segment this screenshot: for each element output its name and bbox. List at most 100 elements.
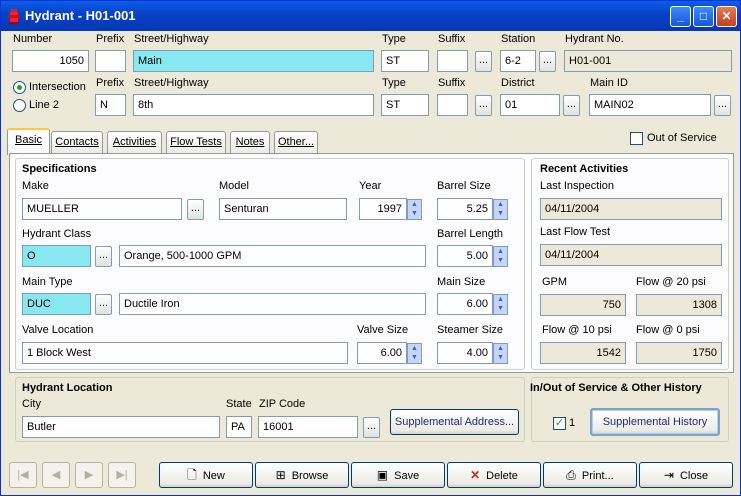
previous-record-button[interactable]: ◀	[42, 462, 70, 488]
zip-lookup-button[interactable]: ...	[363, 417, 380, 438]
type2-field[interactable]: ST	[381, 94, 429, 116]
make-label: Make	[22, 180, 49, 192]
line2-radio[interactable]	[13, 99, 26, 112]
new-button[interactable]: 🗋 New	[159, 462, 253, 488]
history-title: In/Out of Service & Other History	[530, 382, 702, 394]
out-of-service-checkbox[interactable]	[630, 132, 643, 145]
valve-location-field[interactable]: 1 Block West	[22, 342, 348, 364]
suffix-field[interactable]	[437, 50, 468, 72]
station-field[interactable]: 6-2	[500, 50, 536, 72]
maximize-button[interactable]: □	[693, 6, 714, 27]
hydrant-class-lookup-button[interactable]: ...	[95, 246, 112, 267]
year-spinner[interactable]: ▲ ▼	[407, 199, 422, 220]
delete-x-icon: ✕	[470, 468, 481, 482]
tab-other[interactable]: Other...	[274, 131, 318, 153]
browse-button[interactable]: ⊞ Browse	[255, 462, 349, 488]
flow-0psi-field: 1750	[636, 342, 722, 364]
main-type-lookup-button[interactable]: ...	[95, 294, 112, 315]
browse-icon: ⊞	[275, 468, 286, 482]
zip-field[interactable]: 16001	[258, 416, 358, 438]
state-label: State	[226, 398, 252, 410]
make-lookup-button[interactable]: ...	[187, 199, 204, 220]
supplemental-history-button[interactable]: Supplemental History	[590, 408, 720, 436]
main-id-label: Main ID	[590, 77, 628, 89]
main-size-field[interactable]: 6.00	[437, 293, 493, 315]
barrel-size-spinner[interactable]: ▲ ▼	[493, 199, 508, 220]
prefix2-field[interactable]: N	[95, 94, 126, 116]
number-field[interactable]: 1050	[12, 50, 89, 72]
main-type-field[interactable]: DUC	[22, 293, 91, 315]
window-title: Hydrant - H01-001	[25, 8, 136, 23]
hydrant-window: Hydrant - H01-001 _ □ ✕ Number 1050 Pref…	[0, 0, 741, 496]
close-window-button[interactable]: ✕	[716, 6, 737, 27]
gpm-label: GPM	[542, 276, 568, 288]
intersection-radio[interactable]	[13, 81, 26, 94]
make-field[interactable]: MUELLER	[22, 198, 182, 220]
valve-size-spinner[interactable]: ▲ ▼	[407, 343, 422, 364]
hydrant-no-label: Hydrant No.	[565, 33, 624, 45]
barrel-size-field[interactable]: 5.25	[437, 198, 493, 220]
suffix-lookup-button[interactable]: ...	[475, 51, 492, 72]
hydrant-class-field[interactable]: O	[22, 245, 91, 267]
type-label: Type	[382, 33, 406, 45]
gpm-field: 750	[540, 294, 626, 316]
hydrant-class-description[interactable]: Orange, 500-1000 GPM	[119, 245, 426, 267]
first-record-button[interactable]: |◀	[9, 462, 37, 488]
hydrant-class-label: Hydrant Class	[22, 228, 92, 240]
flow-10psi-field: 1542	[540, 342, 626, 364]
year-field[interactable]: 1997	[359, 198, 407, 220]
specifications-title: Specifications	[22, 163, 97, 175]
station-lookup-button[interactable]: ...	[539, 51, 556, 72]
prefix-field[interactable]	[95, 50, 126, 72]
tab-basic[interactable]: Basic	[7, 128, 50, 155]
main-id-lookup-button[interactable]: ...	[714, 95, 731, 116]
year-label: Year	[359, 180, 382, 192]
tab-flow-tests[interactable]: Flow Tests	[166, 131, 226, 153]
close-button[interactable]: ⇥ Close	[639, 462, 733, 488]
title-bar[interactable]: Hydrant - H01-001 _ □ ✕	[1, 1, 740, 31]
district-lookup-button[interactable]: ...	[563, 95, 580, 116]
last-inspection-label: Last Inspection	[540, 180, 614, 192]
main-type-label: Main Type	[22, 276, 73, 288]
city-field[interactable]: Butler	[22, 416, 220, 438]
last-flow-test-label: Last Flow Test	[540, 226, 611, 238]
exit-door-icon: ⇥	[663, 468, 674, 482]
flow-20psi-label: Flow @ 20 psi	[636, 276, 706, 288]
supplemental-address-button[interactable]: Supplemental Address...	[390, 409, 519, 435]
history-checkbox[interactable]: ✓	[553, 417, 566, 430]
line2-label: Line 2	[29, 99, 59, 111]
suffix2-label: Suffix	[438, 77, 466, 89]
flow-10psi-label: Flow @ 10 psi	[542, 324, 612, 336]
main-type-description[interactable]: Ductile Iron	[119, 293, 426, 315]
valve-size-field[interactable]: 6.00	[357, 342, 407, 364]
tab-activities[interactable]: Activities	[107, 131, 162, 153]
next-record-button[interactable]: ▶	[75, 462, 103, 488]
last-flow-test-field: 04/11/2004	[540, 244, 722, 266]
main-id-field[interactable]: MAIN02	[589, 94, 711, 116]
print-button[interactable]: ⎙ Print...	[543, 462, 637, 488]
delete-button[interactable]: ✕ Delete	[447, 462, 541, 488]
street2-field[interactable]: 8th	[133, 94, 374, 116]
tab-contacts[interactable]: Contacts	[51, 131, 103, 153]
save-button[interactable]: ▣ Save	[351, 462, 445, 488]
main-size-spinner[interactable]: ▲ ▼	[493, 294, 508, 315]
street-field[interactable]: Main	[133, 50, 374, 72]
history-checkbox-label: 1	[569, 417, 576, 429]
zip-label: ZIP Code	[259, 398, 306, 410]
main-size-label: Main Size	[437, 276, 486, 288]
barrel-length-field[interactable]: 5.00	[437, 245, 493, 267]
last-record-button[interactable]: ▶|	[108, 462, 136, 488]
recent-activities-title: Recent Activities	[540, 163, 629, 175]
model-field[interactable]: Senturan	[219, 198, 347, 220]
tab-notes[interactable]: Notes	[230, 131, 270, 153]
type-field[interactable]: ST	[381, 50, 429, 72]
state-field[interactable]: PA	[226, 416, 252, 438]
station-label: Station	[501, 33, 536, 45]
barrel-length-spinner[interactable]: ▲ ▼	[493, 246, 508, 267]
suffix2-lookup-button[interactable]: ...	[475, 95, 492, 116]
suffix2-field[interactable]	[437, 94, 468, 116]
district-field[interactable]: 01	[500, 94, 560, 116]
minimize-button[interactable]: _	[670, 6, 691, 27]
steamer-size-field[interactable]: 4.00	[437, 342, 493, 364]
steamer-size-spinner[interactable]: ▲ ▼	[493, 343, 508, 364]
